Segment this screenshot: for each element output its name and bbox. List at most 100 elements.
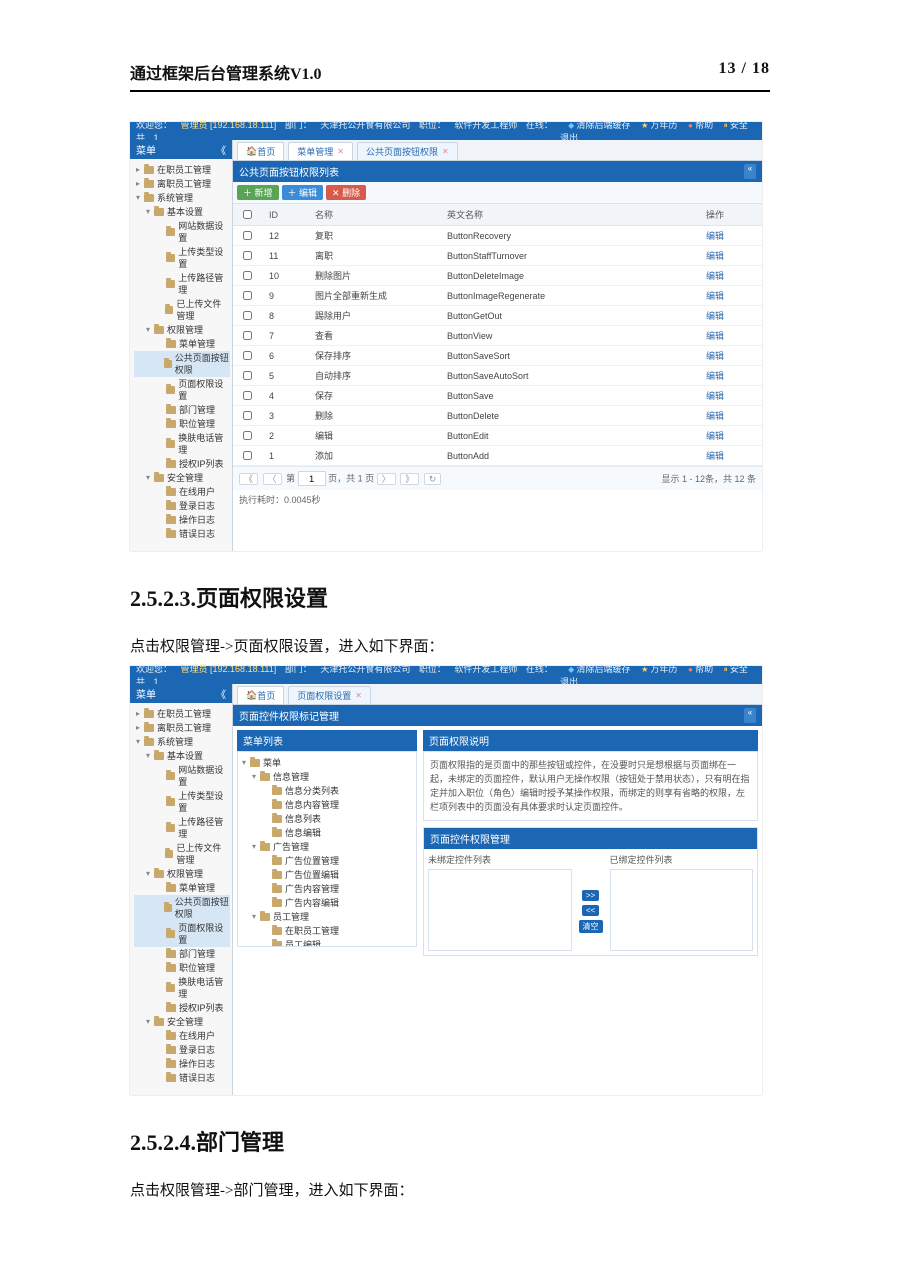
edit-link[interactable]: 编辑 [706,351,724,361]
tree-node[interactable]: 在职员工管理 [240,924,414,938]
row-checkbox[interactable] [243,431,252,440]
row-checkbox[interactable] [243,391,252,400]
delete-button[interactable]: ✕ 删除 [326,185,366,200]
tree-node[interactable]: 广告内容管理 [240,882,414,896]
tree-node[interactable]: 部门管理 [134,403,230,417]
tree-node[interactable]: ▾权限管理 [134,323,230,337]
tab-menu-mgmt[interactable]: 菜单管理✕ [288,142,353,160]
panel-close-icon[interactable]: « [744,708,756,723]
collapse-icon[interactable]: 《 [216,142,226,157]
tree-node[interactable]: 广告位置编辑 [240,868,414,882]
tree-node[interactable]: 广告位置管理 [240,854,414,868]
pager-first[interactable]: 《 [239,473,258,485]
row-checkbox[interactable] [243,351,252,360]
tree-node[interactable]: ▸离职员工管理 [134,721,230,735]
tree-node[interactable]: ▾菜单 [240,756,414,770]
tree-node[interactable]: ▾安全管理 [134,471,230,485]
tree-node[interactable]: ▾安全管理 [134,1015,230,1029]
tree-node[interactable]: 信息分类列表 [240,784,414,798]
tree-node[interactable]: ▸在职员工管理 [134,707,230,721]
add-button[interactable]: ＋ 新增 [237,185,279,200]
tree-node[interactable]: 上传路径管理 [134,815,230,841]
table-row[interactable]: 7查看ButtonView编辑 [233,326,762,346]
close-icon[interactable]: ✕ [337,147,344,156]
tree-node[interactable]: ▾系统管理 [134,191,230,205]
bound-list[interactable] [610,869,754,951]
tree-node[interactable]: ▾权限管理 [134,867,230,881]
close-icon[interactable]: ✕ [355,691,362,700]
tree-node[interactable]: 信息编辑 [240,826,414,840]
tree-node[interactable]: 已上传文件管理 [134,841,230,867]
tree-node[interactable]: 错误日志 [134,527,230,541]
row-checkbox[interactable] [243,251,252,260]
clear-cache-link[interactable]: 清除后端缓存 [568,120,630,130]
edit-link[interactable]: 编辑 [706,411,724,421]
tree-node[interactable]: ▾基本设置 [134,749,230,763]
tree-node[interactable]: 信息列表 [240,812,414,826]
tree-node[interactable]: 错误日志 [134,1071,230,1085]
panel-close-icon[interactable]: « [744,164,756,179]
tree-node[interactable]: 上传路径管理 [134,271,230,297]
unbound-list[interactable] [428,869,572,951]
tree-node[interactable]: 授权IP列表 [134,1001,230,1015]
tree-node[interactable]: 授权IP列表 [134,457,230,471]
tree-node[interactable]: 公共页面按钮权限 [134,895,230,921]
tree-node[interactable]: ▸离职员工管理 [134,177,230,191]
move-right-button[interactable]: >> [582,890,599,901]
tree-node[interactable]: 操作日志 [134,513,230,527]
pager-page-input[interactable] [298,471,326,486]
edit-link[interactable]: 编辑 [706,391,724,401]
table-row[interactable]: 4保存ButtonSave编辑 [233,386,762,406]
pager-last[interactable]: 》 [400,473,419,485]
edit-link[interactable]: 编辑 [706,331,724,341]
tab-home[interactable]: 🏠 首页 [237,686,284,704]
edit-link[interactable]: 编辑 [706,231,724,241]
table-row[interactable]: 12复职ButtonRecovery编辑 [233,226,762,246]
tree-node[interactable]: 在线用户 [134,1029,230,1043]
row-checkbox[interactable] [243,451,252,460]
table-row[interactable]: 6保存排序ButtonSaveSort编辑 [233,346,762,366]
collapse-icon[interactable]: 《 [216,686,226,701]
edit-link[interactable]: 编辑 [706,371,724,381]
tree-node[interactable]: 菜单管理 [134,881,230,895]
tree-node[interactable]: ▾基本设置 [134,205,230,219]
clear-cache-link[interactable]: 清除后端缓存 [568,664,630,674]
edit-link[interactable]: 编辑 [706,451,724,461]
tree-node[interactable]: 操作日志 [134,1057,230,1071]
tree-node[interactable]: 网站数据设置 [134,763,230,789]
row-checkbox[interactable] [243,331,252,340]
table-row[interactable]: 11离职ButtonStaffTurnover编辑 [233,246,762,266]
tab-home[interactable]: 🏠 首页 [237,142,284,160]
tree-node[interactable]: 上传类型设置 [134,245,230,271]
tree-node[interactable]: 登录日志 [134,1043,230,1057]
tree-node[interactable]: 网站数据设置 [134,219,230,245]
tree-node[interactable]: 换肤电话管理 [134,431,230,457]
pager-refresh[interactable]: ↻ [424,473,442,485]
pager-prev[interactable]: 〈 [263,473,282,485]
tree-node[interactable]: 职位管理 [134,961,230,975]
tab-page-perm[interactable]: 页面权限设置✕ [288,686,371,704]
edit-button[interactable]: ＋ 编辑 [282,185,324,200]
tree-node[interactable]: 已上传文件管理 [134,297,230,323]
inner-menu-tree[interactable]: ▾菜单▾信息管理信息分类列表信息内容管理信息列表信息编辑▾广告管理广告位置管理广… [237,751,417,947]
tree-node[interactable]: 上传类型设置 [134,789,230,815]
calendar-link[interactable]: 万年历 [641,120,677,130]
table-row[interactable]: 10删除图片ButtonDeleteImage编辑 [233,266,762,286]
tree-node[interactable]: 菜单管理 [134,337,230,351]
tab-public-button-perm[interactable]: 公共页面按钮权限✕ [357,142,458,160]
tree-node[interactable]: 部门管理 [134,947,230,961]
tree-node[interactable]: 公共页面按钮权限 [134,351,230,377]
edit-link[interactable]: 编辑 [706,251,724,261]
tree-node[interactable]: 页面权限设置 [134,377,230,403]
row-checkbox[interactable] [243,411,252,420]
row-checkbox[interactable] [243,371,252,380]
table-row[interactable]: 3删除ButtonDelete编辑 [233,406,762,426]
help-link[interactable]: 帮助 [688,120,713,130]
tree-node[interactable]: 在线用户 [134,485,230,499]
close-icon[interactable]: ✕ [442,147,449,156]
table-row[interactable]: 2编辑ButtonEdit编辑 [233,426,762,446]
row-checkbox[interactable] [243,311,252,320]
row-checkbox[interactable] [243,231,252,240]
tree-node[interactable]: ▾员工管理 [240,910,414,924]
tree-node[interactable]: ▾系统管理 [134,735,230,749]
